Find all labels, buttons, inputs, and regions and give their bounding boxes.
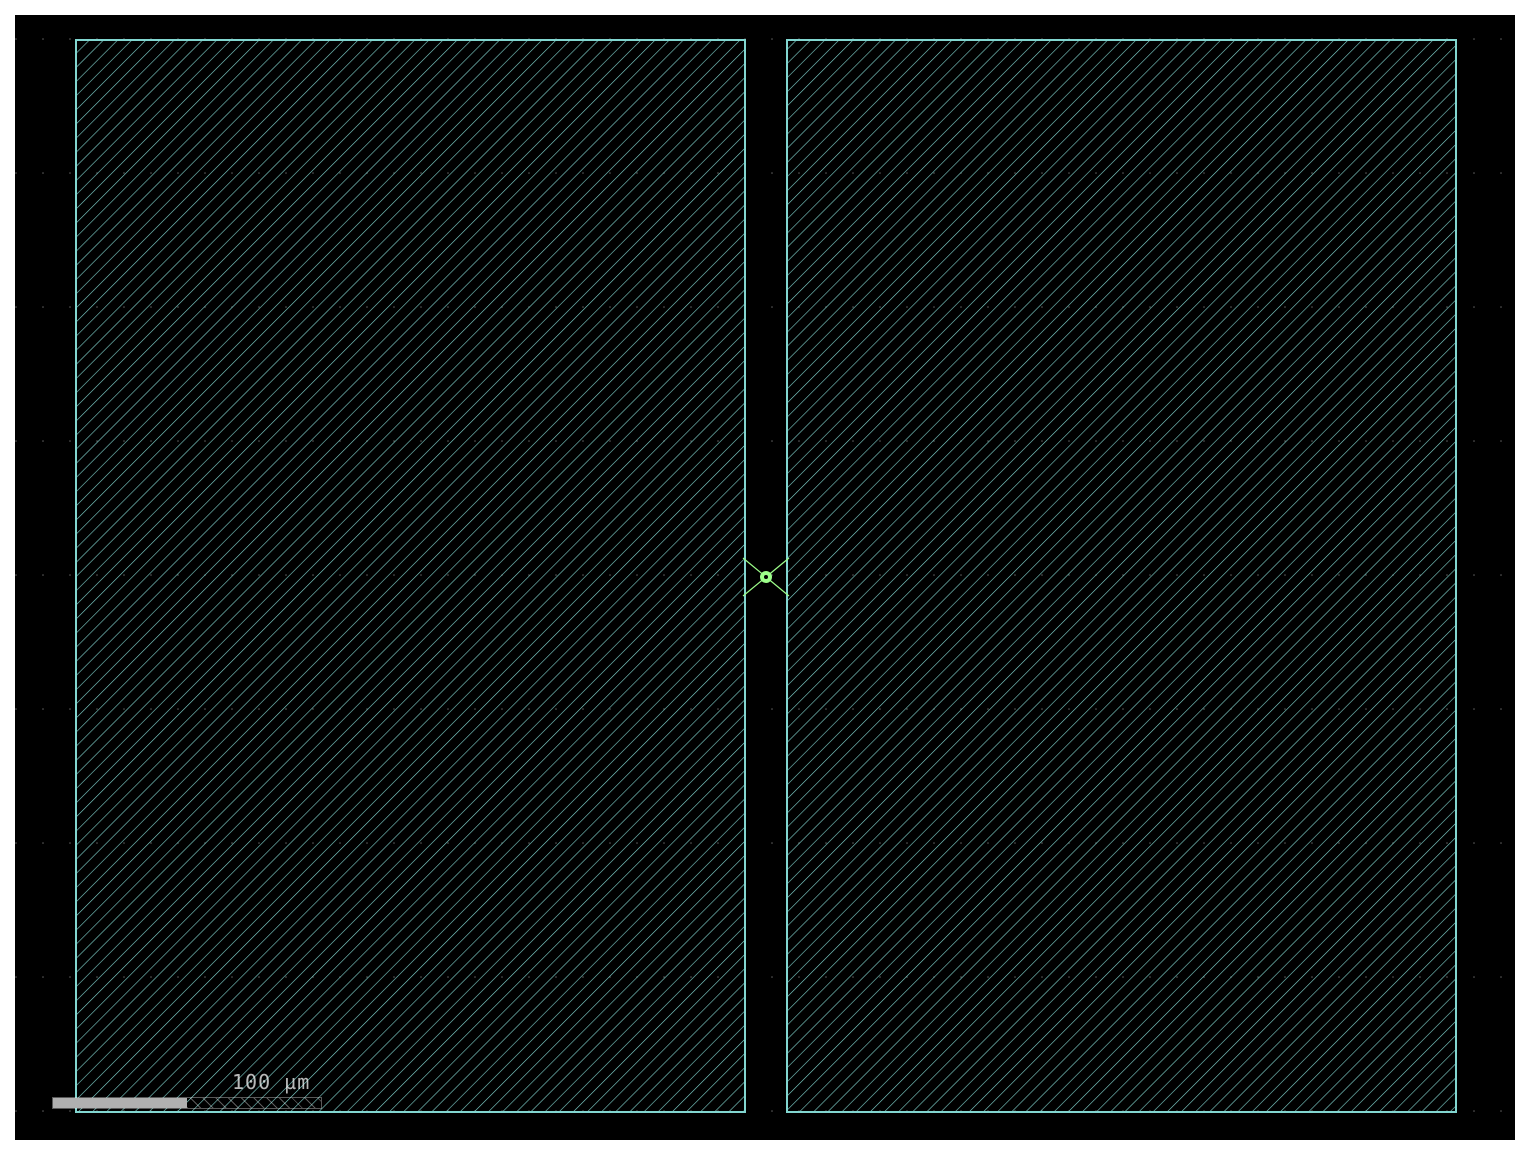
grid-dot — [15, 440, 17, 442]
grid-dot — [42, 38, 44, 40]
grid-dot — [42, 708, 44, 710]
scale-bar-label: 100 µm — [232, 1070, 311, 1094]
grid-dot — [1473, 172, 1475, 174]
grid-dot — [69, 708, 71, 710]
grid-dot — [1473, 1110, 1475, 1112]
grid-dot — [1500, 708, 1502, 710]
grid-dot — [771, 38, 773, 40]
grid-dot — [771, 1110, 773, 1112]
layout-svg[interactable] — [15, 15, 1515, 1140]
grid-dot — [1473, 842, 1475, 844]
grid-dot — [69, 842, 71, 844]
grid-dot — [1473, 38, 1475, 40]
grid-dot — [15, 172, 17, 174]
grid-dot — [15, 38, 17, 40]
grid-dot — [1473, 708, 1475, 710]
grid-dot — [42, 440, 44, 442]
origin-cross-icon — [742, 557, 790, 597]
right-rectangle[interactable] — [786, 39, 1457, 1113]
grid-dot — [1500, 306, 1502, 308]
grid-dot — [1500, 842, 1502, 844]
grid-dot — [1500, 172, 1502, 174]
grid-dot — [42, 976, 44, 978]
grid-dot — [1500, 976, 1502, 978]
scale-bar: 100 µm — [52, 1070, 324, 1112]
layout-canvas[interactable]: 100 µm — [15, 15, 1515, 1140]
grid-dot — [771, 306, 773, 308]
grid-dot — [69, 440, 71, 442]
grid-dot — [1500, 1110, 1502, 1112]
grid-dot — [1500, 440, 1502, 442]
grid-dot — [42, 574, 44, 576]
grid-dot — [1473, 574, 1475, 576]
scale-bar-filled-segment — [53, 1098, 187, 1108]
grid-dot — [1473, 440, 1475, 442]
grid-dot — [69, 38, 71, 40]
grid-dot — [1500, 574, 1502, 576]
grid-dot — [1473, 306, 1475, 308]
grid-dot — [42, 1110, 44, 1112]
grid-dot — [69, 574, 71, 576]
scale-bar-hatched-segment — [187, 1098, 321, 1108]
grid-dot — [1473, 976, 1475, 978]
grid-dot — [69, 306, 71, 308]
grid-dot — [771, 708, 773, 710]
grid-dot — [771, 842, 773, 844]
grid-dot — [15, 306, 17, 308]
grid-dot — [1500, 38, 1502, 40]
grid-dot — [771, 440, 773, 442]
grid-dot — [42, 172, 44, 174]
scale-bar-track — [52, 1097, 322, 1109]
grid-dot — [15, 574, 17, 576]
grid-dot — [771, 976, 773, 978]
grid-dot — [771, 172, 773, 174]
grid-dot — [42, 306, 44, 308]
grid-dot — [15, 1110, 17, 1112]
grid-dot — [15, 976, 17, 978]
grid-dot — [15, 842, 17, 844]
grid-dot — [42, 842, 44, 844]
grid-dot — [69, 172, 71, 174]
left-rectangle[interactable] — [75, 39, 746, 1113]
grid-dot — [15, 708, 17, 710]
grid-dot — [69, 976, 71, 978]
